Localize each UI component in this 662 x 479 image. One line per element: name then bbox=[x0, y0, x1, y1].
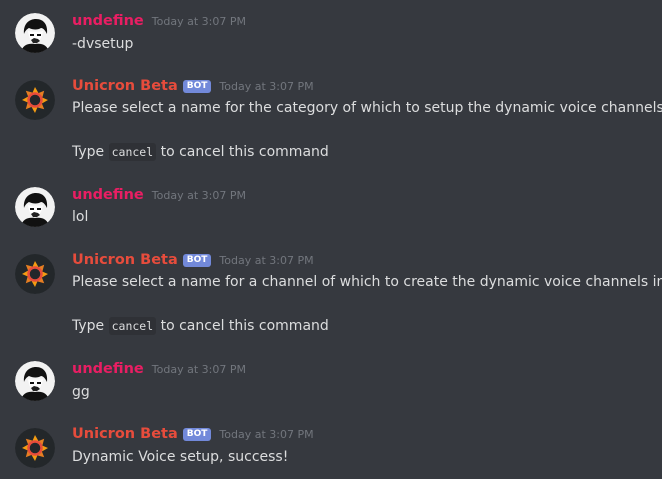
username[interactable]: Unicron Beta bbox=[72, 78, 178, 94]
username[interactable]: undefine bbox=[72, 187, 144, 203]
message-text: Type cancel to cancel this command bbox=[72, 316, 329, 336]
message-text: gg bbox=[72, 384, 90, 400]
message-text: Type cancel to cancel this command bbox=[72, 142, 329, 162]
user-avatar-icon[interactable] bbox=[15, 13, 55, 53]
timestamp: Today at 3:07 PM bbox=[151, 363, 246, 376]
timestamp: Today at 3:07 PM bbox=[219, 254, 314, 267]
unicron-logo-icon[interactable] bbox=[15, 80, 55, 120]
message-header: undefine Today at 3:07 PM bbox=[72, 187, 246, 209]
text-segment: Type bbox=[72, 318, 105, 334]
message-header: Unicron Beta BOT Today at 3:07 PM bbox=[72, 252, 314, 274]
user-avatar-icon[interactable] bbox=[15, 361, 55, 401]
timestamp: Today at 3:07 PM bbox=[151, 189, 246, 202]
username[interactable]: Unicron Beta bbox=[72, 426, 178, 442]
username[interactable]: undefine bbox=[72, 361, 144, 377]
message-text: Please select a name for the category of… bbox=[72, 100, 662, 116]
message-text: -dvsetup bbox=[72, 36, 134, 52]
timestamp: Today at 3:07 PM bbox=[219, 80, 314, 93]
username[interactable]: Unicron Beta bbox=[72, 252, 178, 268]
unicron-logo-icon[interactable] bbox=[15, 428, 55, 468]
message-text: Please select a name for a channel of wh… bbox=[72, 274, 662, 290]
message-header: Unicron Beta BOT Today at 3:07 PM bbox=[72, 78, 314, 100]
text-segment: to cancel this command bbox=[160, 318, 329, 334]
message-text: lol bbox=[72, 209, 89, 225]
inline-code: cancel bbox=[108, 317, 157, 335]
bot-badge: BOT bbox=[182, 428, 212, 441]
timestamp: Today at 3:07 PM bbox=[219, 428, 314, 441]
text-segment: to cancel this command bbox=[160, 144, 329, 160]
bot-badge: BOT bbox=[182, 254, 212, 267]
unicron-logo-icon[interactable] bbox=[15, 254, 55, 294]
text-segment: Type bbox=[72, 144, 105, 160]
inline-code: cancel bbox=[108, 143, 157, 161]
bot-badge: BOT bbox=[182, 80, 212, 93]
chat-messages: undefine Today at 3:07 PM -dvsetup Unicr… bbox=[0, 0, 662, 479]
message-header: undefine Today at 3:07 PM bbox=[72, 361, 246, 383]
message-text: Dynamic Voice setup, success! bbox=[72, 449, 289, 465]
message-header: undefine Today at 3:07 PM bbox=[72, 13, 246, 35]
message-header: Unicron Beta BOT Today at 3:07 PM bbox=[72, 426, 314, 448]
username[interactable]: undefine bbox=[72, 13, 144, 29]
timestamp: Today at 3:07 PM bbox=[151, 15, 246, 28]
user-avatar-icon[interactable] bbox=[15, 187, 55, 227]
